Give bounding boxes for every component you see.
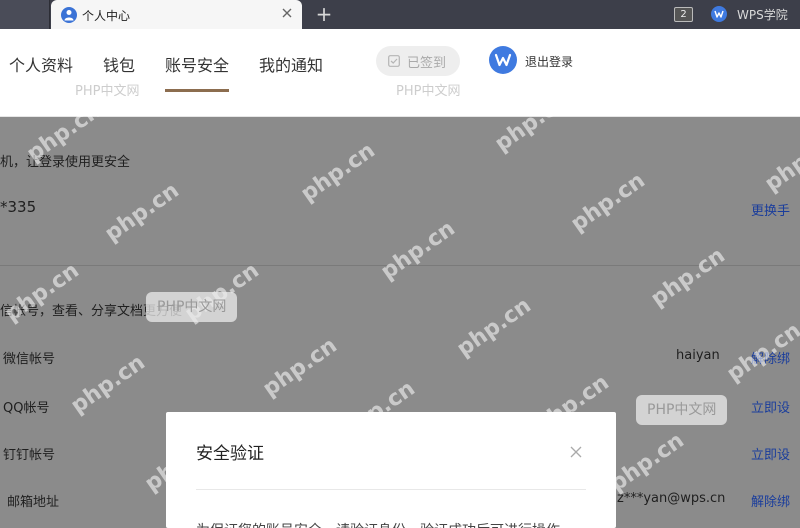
security-verification-dialog: 安全验证 为保证您的账号安全，请验证身份，验证成功后可进行操作 xyxy=(166,412,616,528)
watermark-badge: PHP中文网 xyxy=(636,395,728,425)
dialog-message: 为保证您的账号安全，请验证身份，验证成功后可进行操作 xyxy=(196,520,560,528)
active-tab-indicator xyxy=(165,89,229,92)
user-icon xyxy=(61,7,77,23)
account-label: 钉钉帐号 xyxy=(3,448,56,463)
close-icon[interactable] xyxy=(279,5,295,21)
avatar[interactable] xyxy=(489,46,517,74)
dialog-divider xyxy=(196,489,586,490)
account-label: 微信帐号 xyxy=(3,352,56,367)
wps-logo-icon xyxy=(711,6,727,22)
check-square-icon xyxy=(388,55,400,67)
setup-dingtalk-link[interactable]: 立即设 xyxy=(751,444,790,463)
plus-icon[interactable]: + xyxy=(315,4,333,24)
logout-link[interactable]: 退出登录 xyxy=(525,53,573,70)
unbind-email-link[interactable]: 解除绑 xyxy=(751,491,790,510)
browser-tab-active[interactable]: 个人中心 xyxy=(51,0,302,29)
tab-title: 个人中心 xyxy=(82,9,131,23)
wps-logo-icon xyxy=(494,53,512,67)
phone-hint: 机，让登录使用更安全 xyxy=(0,155,131,170)
change-phone-link[interactable]: 更换手 xyxy=(751,200,790,219)
wps-academy-label: WPS学院 xyxy=(737,8,788,22)
setup-qq-link[interactable]: 立即设 xyxy=(751,397,790,416)
account-value: z***yan@wps.cn xyxy=(617,491,726,506)
account-label: 邮箱地址 xyxy=(7,495,60,510)
watermark-text: PHP中文网 xyxy=(396,84,461,99)
account-value: haiyan xyxy=(676,348,720,363)
watermark-text: PHP中文网 xyxy=(75,84,140,99)
signed-in-label: 已签到 xyxy=(407,56,447,71)
phone-number: *335 xyxy=(0,198,37,216)
browser-tab-strip: 个人中心 + 2 WPS学院 xyxy=(0,0,800,29)
tab-notifications[interactable]: 我的通知 xyxy=(259,52,323,76)
signed-in-badge[interactable]: 已签到 xyxy=(376,46,460,76)
tab-account-security[interactable]: 账号安全 xyxy=(165,52,229,76)
tab-wallet[interactable]: 钱包 xyxy=(103,52,135,76)
tab-count-badge[interactable]: 2 xyxy=(674,7,693,22)
tab-profile[interactable]: 个人资料 xyxy=(9,52,73,76)
account-label: QQ帐号 xyxy=(3,401,50,416)
dialog-title: 安全验证 xyxy=(196,444,264,464)
close-icon[interactable] xyxy=(569,445,583,459)
previous-tab[interactable] xyxy=(0,0,50,29)
watermark-badge: PHP中文网 xyxy=(146,292,238,322)
